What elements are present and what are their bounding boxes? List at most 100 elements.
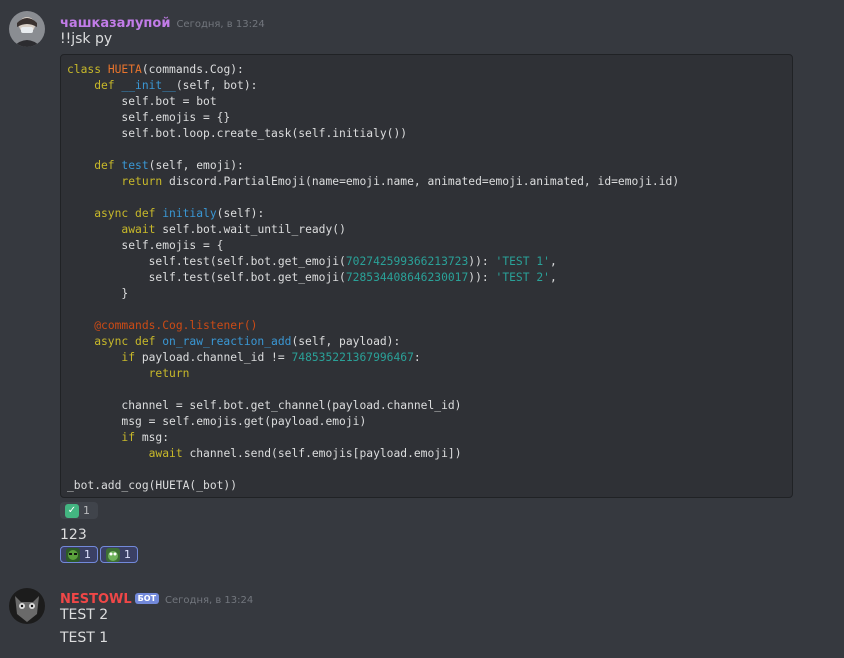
code-token: await: [121, 223, 156, 236]
code-line: if msg:: [67, 430, 786, 446]
code-token: def: [67, 79, 122, 92]
code-line: _bot.add_cog(HUETA(_bot)): [67, 478, 786, 494]
code-token: async def: [67, 207, 163, 220]
code-token: (self, bot):: [175, 79, 258, 92]
code-token: await: [148, 447, 183, 460]
code-line: self.emojis = {: [67, 238, 786, 254]
frog-icon: [66, 547, 80, 562]
bot-avatar[interactable]: [9, 588, 45, 624]
code-line: msg = self.emojis.get(payload.emoji): [67, 414, 786, 430]
timestamp: Сегодня, в 13:24: [176, 19, 265, 30]
code-line: def test(self, emoji):: [67, 158, 786, 174]
code-token: ,: [549, 271, 557, 284]
message-header: NESTOWL БОТ Сегодня, в 13:24: [60, 588, 253, 607]
code-token: self.emojis = {}: [67, 111, 231, 124]
code-token: discord.PartialEmoji(name=emoji.name, an…: [162, 175, 680, 188]
code-line: class HUETA(commands.Cog):: [67, 62, 786, 78]
code-token: :: [413, 351, 421, 364]
code-token: (self):: [216, 207, 265, 220]
message-content-2: 123: [60, 527, 87, 543]
timestamp: Сегодня, в 13:24: [165, 595, 254, 606]
pepe-icon: [106, 547, 120, 562]
code-token: return: [148, 367, 190, 380]
code-token: (commands.Cog):: [141, 63, 244, 76]
code-line: self.emojis = {}: [67, 110, 786, 126]
code-token: )):: [468, 255, 496, 268]
check-mark-icon: ✓: [65, 503, 79, 518]
code-line: async def on_raw_reaction_add(self, payl…: [67, 334, 786, 350]
code-token: on_raw_reaction_add: [162, 335, 292, 348]
code-line: channel = self.bot.get_channel(payload.c…: [67, 398, 786, 414]
message-2: NESTOWL БОТ Сегодня, в 13:24 TEST 2 TEST 1: [0, 580, 844, 658]
code-line: self.bot.loop.create_task(self.initialy(…: [67, 126, 786, 142]
code-token: }: [67, 287, 129, 300]
code-token: self.bot = bot: [67, 95, 217, 108]
reaction-count: 1: [84, 548, 91, 561]
code-block: class HUETA(commands.Cog): def __init__(…: [60, 54, 793, 498]
code-token: self.bot.wait_until_ready(): [155, 223, 346, 236]
code-token: 702742599366213723: [345, 255, 469, 268]
reaction-count: 1: [124, 548, 131, 561]
code-token: def: [67, 159, 122, 172]
message-line-1: TEST 2: [60, 607, 109, 623]
code-token: self.test(self.bot.get_emoji(: [67, 271, 346, 284]
code-token: return: [121, 175, 163, 188]
username[interactable]: чашказалупой: [60, 16, 170, 31]
code-token: 748535221367996467: [291, 351, 414, 364]
code-token: (self, emoji):: [148, 159, 244, 172]
code-token: self.emojis = {: [67, 239, 224, 252]
code-token: 'TEST 2': [495, 271, 550, 284]
code-token: payload.channel_id !=: [135, 351, 292, 364]
code-token: async def: [67, 335, 163, 348]
user-avatar[interactable]: [9, 11, 45, 47]
code-token: if: [121, 431, 136, 444]
code-line: if payload.channel_id != 748535221367996…: [67, 350, 786, 366]
code-line: await channel.send(self.emojis[payload.e…: [67, 446, 786, 462]
code-line: self.test(self.bot.get_emoji(72853440864…: [67, 270, 786, 286]
code-token: self.bot.loop.create_task(self.initialy(…: [67, 127, 408, 140]
code-line: return: [67, 366, 786, 382]
message-line-2: TEST 1: [60, 630, 109, 646]
code-line: self.bot = bot: [67, 94, 786, 110]
message-1: чашказалупой Сегодня, в 13:24 !!jsk py cl…: [0, 0, 844, 570]
reaction-check[interactable]: ✓ 1: [60, 502, 98, 519]
code-token: initialy: [162, 207, 217, 220]
code-token: _bot.add_cog(HUETA(_bot)): [67, 479, 238, 492]
code-token: msg = self.emojis.get(payload.emoji): [67, 415, 367, 428]
code-token: class: [67, 63, 108, 76]
code-line: await self.bot.wait_until_ready(): [67, 222, 786, 238]
code-token: msg:: [135, 431, 170, 444]
code-line: }: [67, 286, 786, 302]
reaction-count: 1: [83, 504, 90, 517]
code-line: self.test(self.bot.get_emoji(70274259936…: [67, 254, 786, 270]
username[interactable]: NESTOWL: [60, 592, 132, 607]
code-token: HUETA: [107, 63, 142, 76]
code-token: 'TEST 1': [495, 255, 550, 268]
code-line: return discord.PartialEmoji(name=emoji.n…: [67, 174, 786, 190]
code-token: )):: [468, 271, 496, 284]
message-header: чашказалупой Сегодня, в 13:24: [60, 12, 265, 31]
code-token: channel = self.bot.get_channel(payload.c…: [67, 399, 462, 412]
code-token: 728534408646230017: [345, 271, 469, 284]
code-line: async def initialy(self):: [67, 206, 786, 222]
message-content: !!jsk py: [60, 31, 113, 47]
code-line: def __init__(self, bot):: [67, 78, 786, 94]
reaction-pepe[interactable]: 1: [100, 546, 138, 563]
code-token: test: [121, 159, 149, 172]
code-text: class HUETA(commands.Cog): def __init__(…: [61, 55, 792, 501]
code-token: ,: [549, 255, 557, 268]
code-token: @commands.Cog.listener(): [94, 319, 258, 332]
reaction-frog[interactable]: 1: [60, 546, 98, 563]
bot-tag: БОТ: [134, 593, 160, 604]
